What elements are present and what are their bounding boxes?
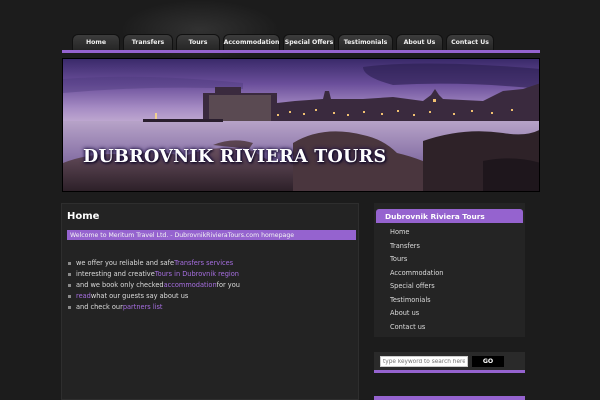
list-text: and we book only checked [76, 281, 164, 289]
bullet-icon [68, 273, 71, 276]
search-box: GO [374, 352, 525, 373]
nav-transfers[interactable]: Transfers [123, 34, 173, 50]
sidebar-item-home[interactable]: Home [390, 226, 443, 240]
list-item: interesting and creative Tours in Dubrov… [68, 269, 240, 280]
search-input[interactable] [380, 356, 468, 367]
sidebar-item-contact-us[interactable]: Contact us [390, 321, 443, 335]
sidebar-item-transfers[interactable]: Transfers [390, 240, 443, 254]
main-navigation: Home Transfers Tours Accommodation Speci… [72, 34, 540, 50]
nav-accommodation[interactable]: Accommodation [223, 34, 280, 50]
list-text: for you [216, 281, 240, 289]
banner-image [63, 59, 539, 191]
welcome-bar: Welcome to Meritum Travel Ltd. - Dubrovn… [67, 230, 356, 240]
nav-special-offers[interactable]: Special Offers [283, 34, 335, 50]
main-content: Home Welcome to Meritum Travel Ltd. - Du… [61, 203, 359, 400]
nav-underline [62, 50, 540, 53]
nav-testimonials[interactable]: Testimonials [338, 34, 393, 50]
sidebar-title: Dubrovnik Riviera Tours [376, 209, 523, 223]
sidebar-menu: Dubrovnik Riviera Tours Home Transfers T… [374, 203, 525, 337]
sidebar-item-testimonials[interactable]: Testimonials [390, 294, 443, 308]
list-text: and check our [76, 303, 123, 311]
accommodation-link[interactable]: accommodation [164, 280, 217, 291]
sidebar-list: Home Transfers Tours Accommodation Speci… [390, 226, 443, 334]
bullet-icon [68, 284, 71, 287]
nav-contact-us[interactable]: Contact Us [446, 34, 494, 50]
bullet-icon [68, 295, 71, 298]
tours-link[interactable]: Tours in Dubrovnik region [155, 269, 239, 280]
nav-about-us[interactable]: About Us [396, 34, 443, 50]
nav-home[interactable]: Home [72, 34, 120, 50]
list-item: read what our guests say about us [68, 291, 240, 302]
page-title: Home [67, 211, 100, 222]
search-go-button[interactable]: GO [472, 356, 504, 367]
banner-title: DUBROVNIK RIVIERA TOURS [83, 147, 387, 167]
transfers-services-link[interactable]: Transfers services [174, 258, 233, 269]
sidebar-item-accommodation[interactable]: Accommodation [390, 267, 443, 281]
nav-tours[interactable]: Tours [176, 34, 220, 50]
header-banner: DUBROVNIK RIVIERA TOURS [62, 58, 540, 192]
list-text: what our guests say about us [90, 292, 189, 300]
bullet-icon [68, 306, 71, 309]
sidebar-item-about-us[interactable]: About us [390, 307, 443, 321]
list-item: and check our partners list [68, 302, 240, 313]
bullet-icon [68, 262, 71, 265]
list-item: we offer you reliable and safe Transfers… [68, 258, 240, 269]
partners-list-link[interactable]: partners list [123, 302, 163, 313]
testimonials-read-link[interactable]: read [76, 291, 91, 302]
list-text: we offer you reliable and safe [76, 259, 175, 267]
sidebar-bottom-bar [374, 396, 525, 400]
sidebar-item-tours[interactable]: Tours [390, 253, 443, 267]
list-item: and we book only checked accommodation f… [68, 280, 240, 291]
list-text: interesting and creative [76, 270, 155, 278]
intro-list: we offer you reliable and safe Transfers… [68, 258, 240, 313]
sidebar-item-special-offers[interactable]: Special offers [390, 280, 443, 294]
